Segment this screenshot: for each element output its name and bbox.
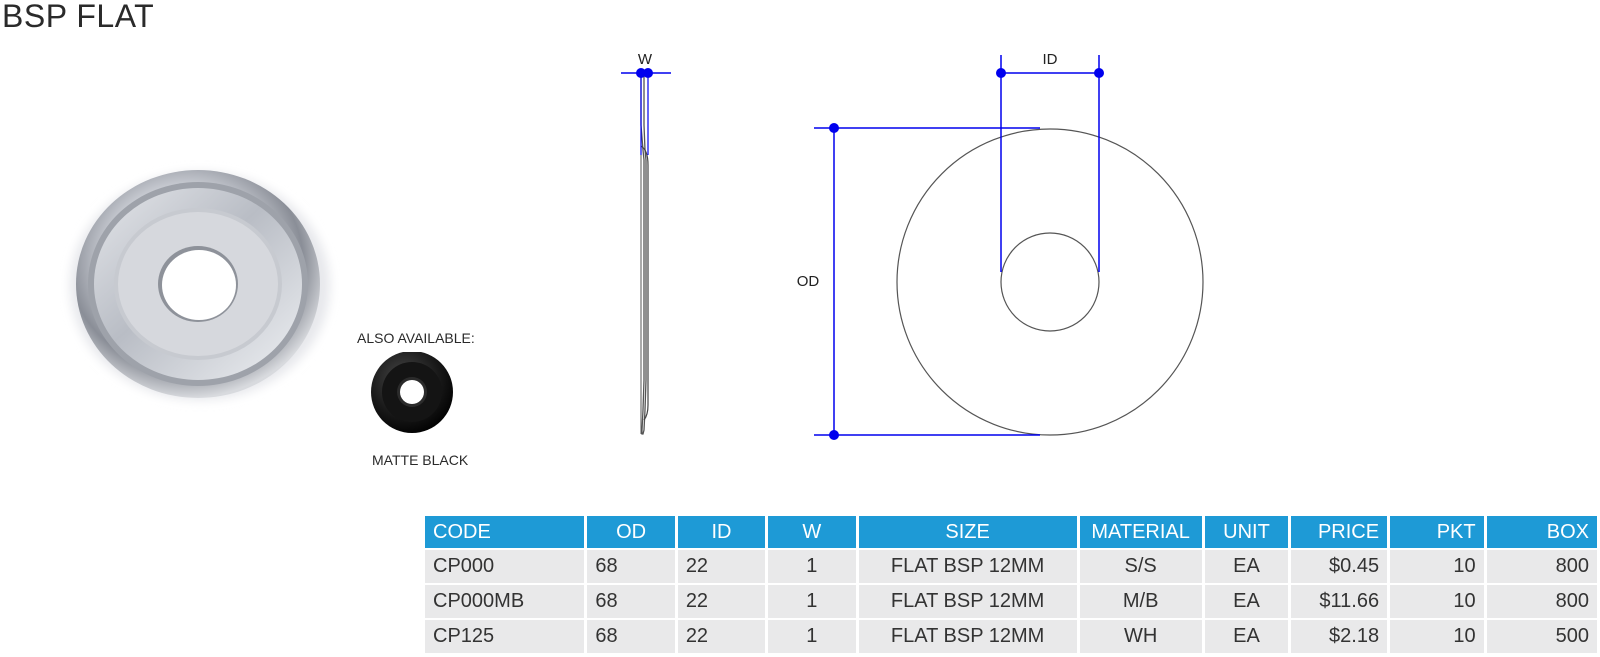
column-header-id: ID <box>677 516 766 548</box>
od-dimension-line <box>814 123 1040 440</box>
column-header-pkt: PKT <box>1390 516 1484 548</box>
table-row: CP125 68 22 1 FLAT BSP 12MM WH EA $2.18 … <box>425 620 1597 653</box>
cell-material: WH <box>1079 620 1202 653</box>
side-view-profile <box>640 72 649 435</box>
cell-price: $11.66 <box>1291 585 1388 618</box>
cell-code: CP125 <box>425 620 585 653</box>
cell-w: 1 <box>768 585 856 618</box>
cell-w: 1 <box>768 550 856 583</box>
cell-unit: EA <box>1204 620 1289 653</box>
cell-od: 68 <box>587 550 675 583</box>
cell-box: 800 <box>1486 550 1597 583</box>
cell-code: CP000MB <box>425 585 585 618</box>
column-header-od: OD <box>587 516 675 548</box>
cell-size: FLAT BSP 12MM <box>858 620 1077 653</box>
cell-unit: EA <box>1204 585 1289 618</box>
column-header-price: PRICE <box>1291 516 1388 548</box>
column-header-w: W <box>768 516 856 548</box>
od-bottom-dimension-point <box>829 430 839 440</box>
cell-code: CP000 <box>425 550 585 583</box>
column-header-material: MATERIAL <box>1079 516 1202 548</box>
specification-table: CODE OD ID W SIZE MATERIAL UNIT PRICE PK… <box>422 514 1600 655</box>
id-dimension-label: ID <box>1043 51 1058 68</box>
id-dimension-line <box>996 55 1104 272</box>
cell-material: S/S <box>1079 550 1202 583</box>
id-right-dimension-point <box>1094 68 1104 78</box>
cell-w: 1 <box>768 620 856 653</box>
cell-pkt: 10 <box>1390 550 1484 583</box>
column-header-unit: UNIT <box>1204 516 1289 548</box>
cell-unit: EA <box>1204 550 1289 583</box>
cell-od: 68 <box>587 585 675 618</box>
cell-size: FLAT BSP 12MM <box>858 585 1077 618</box>
cell-material: M/B <box>1079 585 1202 618</box>
cell-id: 22 <box>677 620 766 653</box>
cell-box: 500 <box>1486 620 1597 653</box>
cell-id: 22 <box>677 550 766 583</box>
table-row: CP000MB 68 22 1 FLAT BSP 12MM M/B EA $11… <box>425 585 1597 618</box>
column-header-box: BOX <box>1486 516 1597 548</box>
cell-price: $2.18 <box>1291 620 1388 653</box>
cell-pkt: 10 <box>1390 585 1484 618</box>
cell-od: 68 <box>587 620 675 653</box>
inner-diameter-circle <box>1000 232 1100 332</box>
front-view-outline <box>896 128 1204 436</box>
cell-id: 22 <box>677 585 766 618</box>
w-dimension-label: W <box>638 51 653 68</box>
cell-size: FLAT BSP 12MM <box>858 550 1077 583</box>
w-dimension-line <box>621 68 671 155</box>
od-dimension-label: OD <box>797 273 820 290</box>
id-left-dimension-point <box>996 68 1006 78</box>
cell-pkt: 10 <box>1390 620 1484 653</box>
w-right-dimension-point <box>643 68 653 78</box>
table-row: CP000 68 22 1 FLAT BSP 12MM S/S EA $0.45… <box>425 550 1597 583</box>
cell-price: $0.45 <box>1291 550 1388 583</box>
column-header-size: SIZE <box>858 516 1077 548</box>
cell-box: 800 <box>1486 585 1597 618</box>
od-top-dimension-point <box>829 123 839 133</box>
table-header-row: CODE OD ID W SIZE MATERIAL UNIT PRICE PK… <box>425 516 1597 548</box>
column-header-code: CODE <box>425 516 585 548</box>
outer-diameter-circle <box>896 128 1204 436</box>
